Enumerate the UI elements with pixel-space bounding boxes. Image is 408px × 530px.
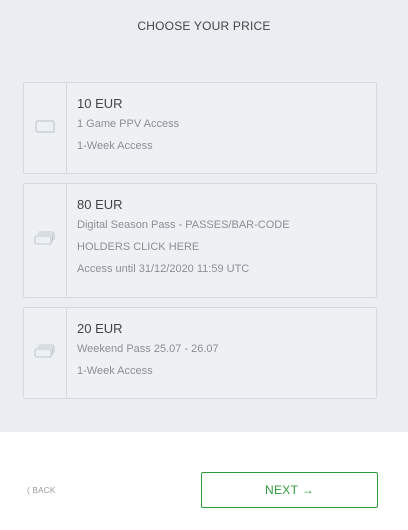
single-ticket-icon	[35, 118, 55, 139]
multi-ticket-icon	[34, 230, 56, 251]
price-option-80-eur[interactable]: 80 EUR Digital Season Pass - PASSES/BAR-…	[23, 183, 377, 298]
back-link[interactable]: ( BACK	[27, 486, 55, 495]
option-icon-cell	[24, 184, 67, 297]
option-price: 80 EUR	[77, 197, 123, 212]
option-icon-cell	[24, 308, 67, 398]
option-price: 10 EUR	[77, 96, 123, 111]
page-title: CHOOSE YOUR PRICE	[137, 19, 271, 33]
next-button[interactable]: NEXT →	[201, 472, 378, 508]
option-access-duration: 1-Week Access	[77, 140, 153, 152]
option-description: 1 Game PPV Access	[77, 118, 180, 130]
price-option-10-eur[interactable]: 10 EUR 1 Game PPV Access 1-Week Access	[23, 82, 377, 174]
option-access-duration: 1-Week Access	[77, 365, 153, 377]
option-icon-cell	[24, 83, 67, 173]
option-description-continued: HOLDERS CLICK HERE	[77, 241, 200, 253]
price-option-20-eur[interactable]: 20 EUR Weekend Pass 25.07 - 26.07 1-Week…	[23, 307, 377, 399]
option-price: 20 EUR	[77, 321, 123, 336]
multi-ticket-icon	[34, 343, 56, 364]
option-access-duration: Access until 31/12/2020 11:59 UTC	[77, 263, 250, 275]
price-panel: CHOOSE YOUR PRICE 10 EUR 1 Game PPV Acce…	[0, 0, 408, 432]
option-description: Weekend Pass 25.07 - 26.07	[77, 343, 219, 355]
option-description: Digital Season Pass - PASSES/BAR-CODE	[77, 219, 290, 231]
